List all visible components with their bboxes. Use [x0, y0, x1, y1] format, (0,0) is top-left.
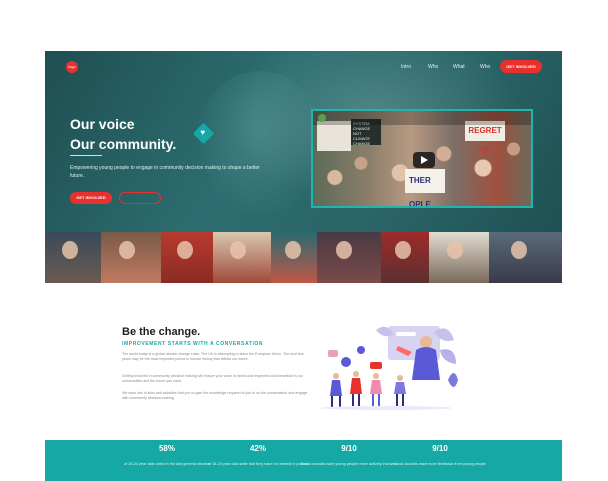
section-paragraph-1: The world today is a global climate chan…: [122, 352, 304, 361]
hero-get-involved-button[interactable]: GET INVOLVED: [70, 192, 112, 204]
strip-photo: [45, 232, 101, 283]
hero-divider: [70, 155, 102, 156]
hero-headline-line2: Our community.: [70, 136, 177, 152]
stat-item: 9/10 Local councils want more feedback f…: [385, 444, 495, 467]
section-subtitle: IMPROVEMENT STARTS WITH A CONVERSATION: [122, 341, 264, 347]
conversation-illustration: [320, 326, 458, 410]
nav-get-involved-button[interactable]: GET INVOLVED: [500, 60, 542, 73]
nav-item-who[interactable]: Who: [428, 64, 438, 70]
nav-item-what[interactable]: What: [453, 64, 465, 70]
nav-item-who-2[interactable]: Who: [480, 64, 490, 70]
hero-headline: Our voice Our community.: [70, 114, 176, 154]
star-bubble-icon: [357, 346, 365, 354]
nav-item-intro[interactable]: Intro: [401, 64, 411, 70]
page: logo Intro Who What Who GET INVOLVED Our…: [0, 0, 608, 481]
logo[interactable]: logo: [66, 61, 78, 73]
strip-photo: [429, 232, 489, 283]
hero-subtext: Empowering young people to engage in com…: [70, 165, 260, 179]
stat-value: 9/10: [432, 444, 448, 453]
strip-photo: [213, 232, 271, 283]
hero-secondary-button[interactable]: [119, 192, 161, 204]
video-title-bar: [313, 111, 531, 125]
strip-photo: [271, 232, 317, 283]
photo-strip: [45, 232, 562, 283]
channel-avatar-icon[interactable]: [318, 114, 326, 122]
hero-headline-line1: Our voice: [70, 116, 135, 132]
strip-photo: [161, 232, 213, 283]
protest-sign: [317, 121, 351, 151]
strip-photo: [381, 232, 429, 283]
speaker-head: [420, 336, 432, 348]
strip-photo: [101, 232, 161, 283]
strip-photo: [489, 232, 562, 283]
stat-label: Local councils want more feedback from y…: [394, 462, 486, 466]
video-player[interactable]: SYSTEM CHANGE NOT CLIMATE CHANGE REGRET …: [311, 109, 533, 208]
section-paragraph-2: Getting involved in community decision m…: [122, 374, 303, 383]
section-paragraph-3: We have lots of links and activities tha…: [122, 391, 308, 400]
section-title: Be the change.: [122, 326, 201, 338]
play-button-icon[interactable]: [413, 152, 435, 168]
strip-photo: [317, 232, 381, 283]
heart-bubble-icon: [341, 357, 351, 367]
hero-person-photo: [195, 71, 325, 221]
protest-sign-people: THER OPLE: [405, 169, 445, 206]
